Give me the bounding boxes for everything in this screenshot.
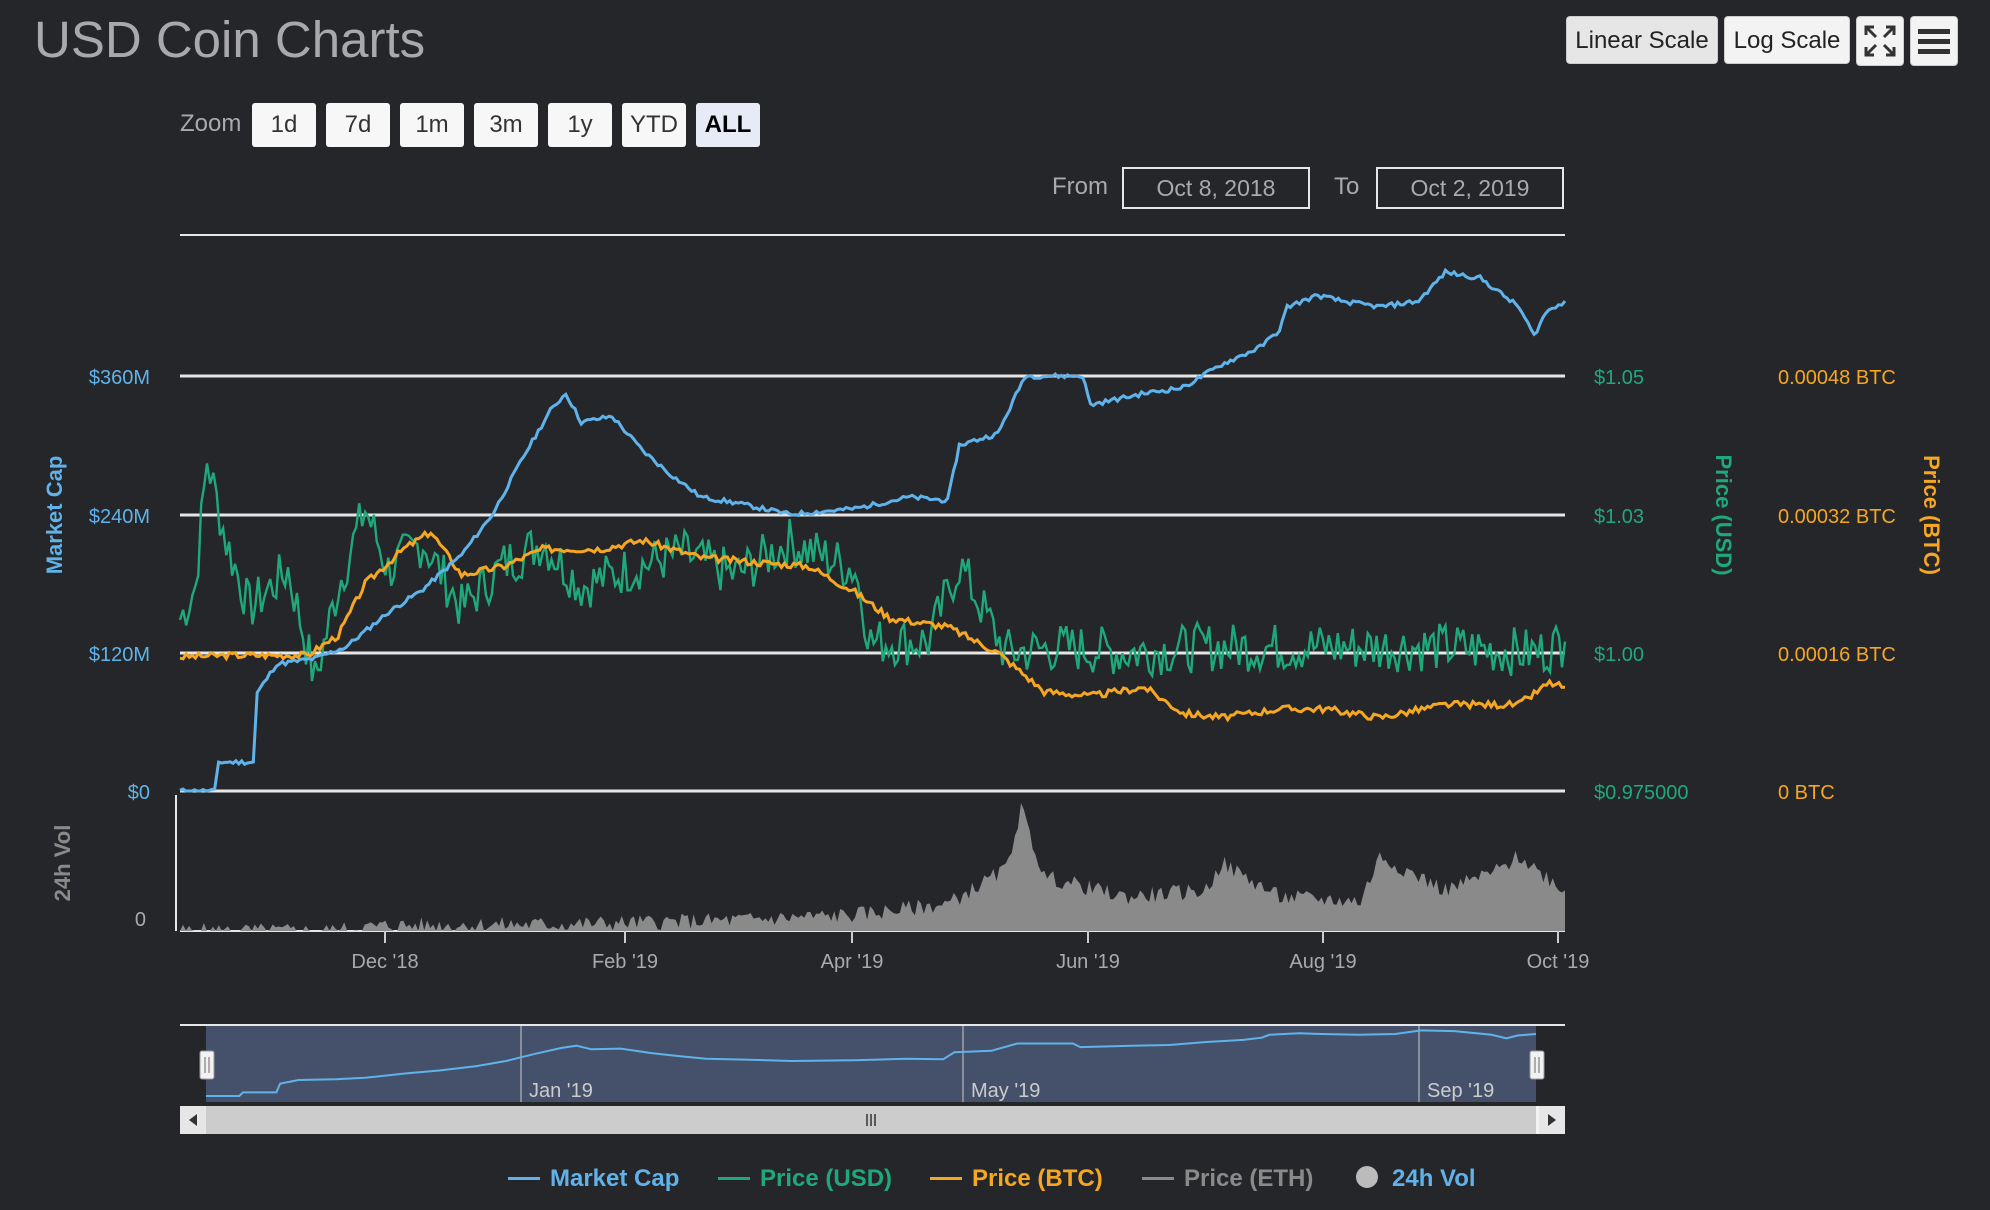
legend-label: Market Cap xyxy=(550,1165,680,1192)
price-btc-tick-label: 0.00016 BTC xyxy=(1778,644,1896,666)
navigator-tick-label: Sep '19 xyxy=(1427,1080,1494,1102)
market-cap-tick-label: $120M xyxy=(89,644,150,666)
legend-line-icon xyxy=(718,1177,750,1180)
legend-item[interactable]: Price (BTC) xyxy=(930,1165,1103,1193)
market-cap-tick-label: $360M xyxy=(89,367,150,389)
volume-tick-label: 0 xyxy=(135,909,146,931)
price-usd-tick-label: $1.03 xyxy=(1594,506,1644,528)
x-tick-label: Oct '19 xyxy=(1527,951,1590,973)
volume-area xyxy=(180,803,1565,931)
legend-item[interactable]: Market Cap xyxy=(508,1165,679,1193)
navigator-right-handle-grip xyxy=(1529,1050,1545,1080)
navigator-selection xyxy=(206,1026,1536,1102)
price-btc-tick-label: 0.00048 BTC xyxy=(1778,367,1896,389)
x-tick-label: Jun '19 xyxy=(1056,951,1120,973)
price-usd-line xyxy=(178,463,1567,682)
chart-canvas: $0 $120M $240M $360M $0.975000 $1.00 $1.03 $1.0… xyxy=(42,234,1944,1134)
market-cap-tick-label: $0 xyxy=(128,782,150,804)
legend-line-icon xyxy=(930,1177,962,1180)
legend-label: Price (USD) xyxy=(760,1165,893,1192)
volume-axis-title: 24h Vol xyxy=(50,825,75,902)
price-usd-tick-label: $1.05 xyxy=(1594,367,1644,389)
legend-item[interactable]: Price (ETH) xyxy=(1142,1165,1313,1193)
legend-line-icon xyxy=(508,1177,540,1180)
legend-label: Price (BTC) xyxy=(972,1165,1103,1192)
navigator-tick-label: May '19 xyxy=(971,1080,1040,1102)
x-tick-label: Dec '18 xyxy=(351,951,418,973)
price-btc-axis-title: Price (BTC) xyxy=(1919,455,1944,575)
navigator-right-handle[interactable] xyxy=(1529,1050,1545,1080)
legend-circle-icon xyxy=(1356,1166,1378,1188)
price-btc-tick-label: 0 BTC xyxy=(1778,782,1835,804)
price-usd-tick-label: $0.975000 xyxy=(1594,782,1689,804)
x-tick-label: Feb '19 xyxy=(592,951,658,973)
market-cap-tick-label: $240M xyxy=(89,506,150,528)
legend-line-icon xyxy=(1142,1177,1174,1180)
price-btc-tick-label: 0.00032 BTC xyxy=(1778,506,1896,528)
price-usd-tick-label: $1.00 xyxy=(1594,644,1644,666)
legend-label: 24h Vol xyxy=(1392,1165,1476,1192)
price-usd-axis-title: Price (USD) xyxy=(1711,454,1736,575)
navigator-tick-label: Jan '19 xyxy=(529,1080,593,1102)
navigator-left-handle-grip xyxy=(199,1050,215,1080)
legend-item[interactable]: 24h Vol xyxy=(1356,1165,1476,1193)
legend-label: Price (ETH) xyxy=(1184,1165,1314,1192)
navigator-left-handle[interactable] xyxy=(199,1050,215,1080)
legend-item[interactable]: Price (USD) xyxy=(718,1165,892,1193)
x-tick-label: Aug '19 xyxy=(1289,951,1356,973)
market-cap-axis-title: Market Cap xyxy=(42,456,67,575)
x-tick-label: Apr '19 xyxy=(821,951,884,973)
